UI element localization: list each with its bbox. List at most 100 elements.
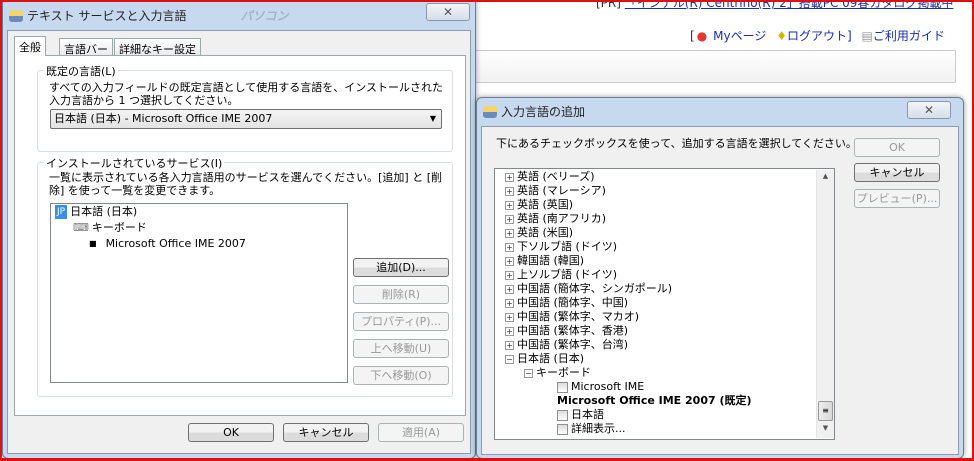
scroll-thumb[interactable]: ≡ (818, 401, 833, 421)
close-button[interactable]: ✕ (907, 101, 951, 119)
group-description: すべての入力フィールドの既定言語として使用する言語を、インストールされた入力言語… (49, 81, 444, 107)
guide-link[interactable]: ご利用ガイド (873, 29, 945, 43)
language-label: 英語 (南アフリカ) (517, 212, 607, 225)
tree-item-language[interactable]: JP 日本語 (日本) (55, 205, 137, 219)
move-down-button[interactable]: 下へ移動(O) (353, 366, 449, 385)
tree-label: キーボード (91, 221, 147, 234)
service-item[interactable]: 日本語 (557, 408, 604, 422)
web-nav-bar (470, 50, 956, 83)
checkbox[interactable] (557, 381, 568, 393)
expand-icon[interactable]: + (505, 214, 514, 224)
language-item[interactable]: + 下ソルブ語 (ドイツ) (505, 240, 617, 254)
tree-label: Microsoft Office IME 2007 (105, 237, 246, 250)
title-bar: テキスト サービスと入力言語 パソコン (9, 7, 288, 24)
ok-button[interactable]: OK (854, 138, 940, 157)
language-label: 中国語 (繁体字、香港) (517, 324, 629, 337)
tab-general[interactable]: 全般 (14, 36, 46, 56)
background-logo: パソコン (240, 9, 289, 23)
language-item[interactable]: + 英語 (米国) (505, 226, 573, 240)
language-label: 下ソルブ語 (ドイツ) (517, 240, 618, 253)
pr-label: [PR] (596, 0, 621, 10)
keyboard-icon: ⌨ (73, 221, 89, 234)
expand-icon[interactable]: + (505, 312, 514, 322)
service-item[interactable]: Microsoft IME (557, 380, 644, 394)
key-icon: ♦ (776, 29, 787, 43)
expand-icon[interactable]: + (505, 228, 514, 238)
default-language-group: 既定の言語(L) すべての入力フィールドの既定言語として使用する言語を、インスト… (37, 63, 453, 152)
language-label: 英語 (英国) (517, 198, 574, 211)
selected-value: 日本語 (日本) - Microsoft Office IME 2007 (54, 112, 273, 125)
language-badge-icon: JP (55, 205, 68, 219)
language-item[interactable]: + 韓国語 (韓国) (505, 254, 584, 268)
text-services-dialog: テキスト サービスと入力言語 パソコン ✕ 全般 言語バー 詳細なキー設定 既定の… (2, 0, 476, 459)
language-item[interactable]: + 英語 (英国) (505, 198, 573, 212)
language-label: 上ソルブ語 (ドイツ) (517, 268, 618, 281)
app-icon (483, 105, 497, 118)
dialog-title: 入力言語の追加 (501, 105, 586, 119)
tree-item-service[interactable]: ■ Microsoft Office IME 2007 (89, 237, 246, 251)
language-label: 中国語 (簡体字、シンガポール) (517, 282, 673, 295)
language-label: 英語 (マレーシア) (517, 184, 606, 197)
checkbox[interactable] (557, 409, 568, 421)
language-item[interactable]: + 中国語 (繁体字、香港) (505, 324, 628, 338)
title-bar: 入力言語の追加 (483, 103, 585, 120)
language-label: 中国語 (繁体字、台湾) (517, 338, 629, 351)
language-item-expanded[interactable]: − 日本語 (日本) (505, 352, 584, 366)
category-label: キーボード (536, 366, 591, 379)
tree-item-keyboard[interactable]: ⌨ キーボード (73, 221, 147, 235)
expand-icon[interactable]: + (505, 326, 514, 336)
properties-button[interactable]: プロパティ(P)... (353, 312, 449, 331)
language-item[interactable]: + 英語 (マレーシア) (505, 184, 606, 198)
guide-icon: ▤ (861, 29, 873, 43)
group-label: 既定の言語(L) (44, 63, 118, 79)
language-label: 韓国語 (韓国) (517, 254, 585, 267)
collapse-icon[interactable]: − (505, 354, 514, 364)
expand-icon[interactable]: + (505, 186, 514, 196)
app-icon (9, 9, 23, 22)
language-item[interactable]: + 中国語 (繁体字、マカオ) (505, 310, 639, 324)
default-language-select[interactable]: 日本語 (日本) - Microsoft Office IME 2007 ▼ (50, 109, 442, 129)
cancel-button[interactable]: キャンセル (854, 163, 940, 182)
language-tree[interactable]: + 英語 (ベリーズ) + 英語 (マレーシア) + 英語 (英国) + 英語 (南アフリカ)… (494, 168, 835, 440)
apply-button[interactable]: 適用(A) (378, 423, 464, 442)
language-item[interactable]: + 中国語 (繁体字、台湾) (505, 338, 628, 352)
dialog-title: テキスト サービスと入力言語 (27, 9, 187, 23)
expand-icon[interactable]: + (505, 200, 514, 210)
mypage-link[interactable]: Myページ (713, 29, 766, 43)
language-item[interactable]: + 上ソルブ語 (ドイツ) (505, 268, 617, 282)
cancel-button[interactable]: キャンセル (283, 423, 369, 442)
expand-icon[interactable]: + (505, 172, 514, 182)
checkbox[interactable] (557, 423, 568, 435)
close-button[interactable]: ✕ (426, 3, 470, 21)
add-button[interactable]: 追加(D)... (353, 258, 449, 277)
scroll-down-icon[interactable]: ▼ (817, 424, 834, 432)
scrollbar[interactable]: ▲ ≡ ▼ (816, 170, 834, 438)
expand-icon[interactable]: + (505, 270, 514, 280)
group-label: インストールされているサービス(I) (44, 155, 225, 171)
installed-services-group: インストールされているサービス(I) 一覧に表示されている各入力言語用のサービス… (37, 155, 453, 397)
service-label: 日本語 (571, 408, 604, 421)
preview-button[interactable]: プレビュー(P)... (854, 189, 940, 208)
language-item[interactable]: + 英語 (南アフリカ) (505, 212, 606, 226)
scroll-up-icon[interactable]: ▲ (817, 172, 834, 180)
expand-icon[interactable]: + (505, 242, 514, 252)
expand-icon[interactable]: + (505, 256, 514, 266)
remove-button[interactable]: 削除(R) (353, 285, 449, 304)
logout-link[interactable]: ログアウト] (787, 29, 852, 43)
services-tree[interactable]: JP 日本語 (日本) ⌨ キーボード ■ Microsoft Office IME … (50, 203, 348, 383)
language-item[interactable]: + 中国語 (簡体字、中国) (505, 296, 628, 310)
tab-panel: 既定の言語(L) すべての入力フィールドの既定言語として使用する言語を、インスト… (14, 55, 466, 416)
expand-icon[interactable]: + (505, 340, 514, 350)
pr-link[interactable]: 「インテル(R) Centrino(R) 2」搭載PC 09春カタログ掲載中 (625, 0, 954, 10)
service-item[interactable]: 詳細表示... (557, 422, 626, 436)
move-up-button[interactable]: 上へ移動(U) (353, 339, 449, 358)
user-links: [● Myページ ♦ログアウト] ▤ご利用ガイド (690, 27, 951, 44)
expand-icon[interactable]: + (505, 298, 514, 308)
collapse-icon[interactable]: − (524, 368, 533, 378)
language-item[interactable]: + 中国語 (簡体字、シンガポール) (505, 282, 672, 296)
service-item[interactable]: Microsoft Office IME 2007 (既定) (557, 394, 752, 408)
category-item[interactable]: − キーボード (524, 366, 591, 380)
ok-button[interactable]: OK (188, 423, 274, 442)
expand-icon[interactable]: + (505, 284, 514, 294)
language-item[interactable]: + 英語 (ベリーズ) (505, 170, 595, 184)
